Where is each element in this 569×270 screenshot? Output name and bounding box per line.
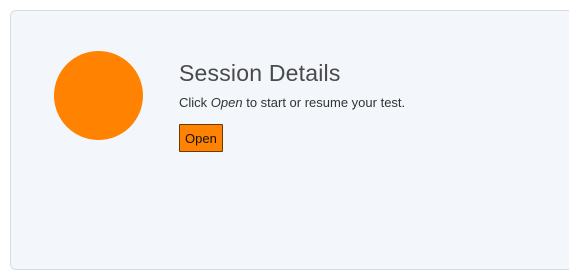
instructions-open-emphasis: Open	[210, 95, 243, 110]
orange-circle-icon	[54, 51, 143, 140]
open-button[interactable]: Open	[179, 124, 223, 152]
session-title: Session Details	[179, 60, 341, 86]
instructions-suffix: to start or resume your test.	[242, 95, 406, 110]
session-instructions: Click Open to start or resume your test.	[179, 95, 405, 111]
instructions-prefix: Click	[179, 95, 211, 110]
session-details-card: Session Details Click Open to start or r…	[10, 10, 569, 270]
session-content: Session Details Click Open to start or r…	[179, 59, 405, 152]
